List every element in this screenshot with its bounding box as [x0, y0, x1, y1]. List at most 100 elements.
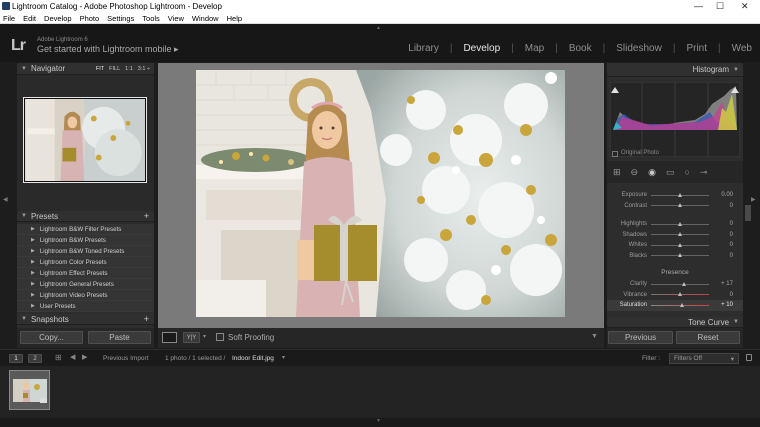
- previous-button[interactable]: Previous: [608, 331, 673, 344]
- navigator-view-box[interactable]: [23, 97, 147, 183]
- slider-value[interactable]: 0: [709, 292, 733, 298]
- slider-knob[interactable]: [677, 192, 682, 197]
- preset-folder[interactable]: ▶ Lightroom Video Presets: [17, 290, 154, 301]
- menu-help[interactable]: Help: [227, 14, 242, 23]
- slider-knob[interactable]: [680, 302, 685, 307]
- display-1-button[interactable]: 1: [9, 354, 23, 363]
- navigator-header[interactable]: ▼ Navigator FIT FILL 1:1 3:1 ÷: [17, 63, 154, 75]
- histogram-chart[interactable]: [610, 82, 740, 157]
- display-2-button[interactable]: 2: [28, 354, 42, 363]
- vibrance-slider[interactable]: Vibrance 0: [607, 290, 743, 301]
- adjustment-brush-icon[interactable]: ⊸: [700, 167, 708, 178]
- collapse-bottom-icon[interactable]: ▼: [376, 418, 381, 424]
- source-label[interactable]: Previous Import: [103, 355, 149, 362]
- contrast-slider[interactable]: Contrast 0: [607, 201, 743, 212]
- module-map[interactable]: Map: [525, 43, 544, 54]
- menu-window[interactable]: Window: [192, 14, 219, 23]
- filter-select[interactable]: Filters Off ▾: [669, 353, 739, 364]
- preset-folder[interactable]: ▶ Lightroom Color Presets: [17, 257, 154, 268]
- menu-file[interactable]: File: [3, 14, 15, 23]
- lock-icon[interactable]: [746, 354, 752, 361]
- module-develop[interactable]: Develop: [463, 43, 500, 54]
- slider-value[interactable]: 0: [709, 221, 733, 227]
- slider-value[interactable]: + 10: [709, 302, 733, 308]
- back-arrow-icon[interactable]: ◀: [70, 353, 75, 361]
- module-slideshow[interactable]: Slideshow: [616, 43, 662, 54]
- minimize-button[interactable]: —: [694, 1, 703, 11]
- main-photo[interactable]: [196, 70, 565, 317]
- menu-view[interactable]: View: [168, 14, 184, 23]
- slider-value[interactable]: 0: [709, 203, 733, 209]
- grid-view-icon[interactable]: ⊞: [55, 353, 62, 362]
- close-button[interactable]: ✕: [741, 1, 749, 12]
- spot-removal-icon[interactable]: ⊖: [631, 167, 639, 178]
- preset-folder[interactable]: ▶ Lightroom B&W Presets: [17, 235, 154, 246]
- toolbar-menu-icon[interactable]: ▼: [591, 333, 598, 340]
- zoom-fill[interactable]: FILL: [109, 66, 120, 72]
- slider-knob[interactable]: [677, 221, 682, 226]
- right-scrollbar[interactable]: [745, 205, 751, 221]
- add-preset-icon[interactable]: +: [144, 211, 154, 221]
- radial-filter-icon[interactable]: ○: [684, 167, 689, 177]
- file-name[interactable]: Indoor Edit.jpg: [232, 355, 274, 362]
- clarity-slider[interactable]: Clarity + 17: [607, 279, 743, 290]
- chevron-down-icon[interactable]: ▾: [282, 354, 285, 361]
- presets-header[interactable]: ▼ Presets +: [17, 211, 154, 222]
- slider-value[interactable]: 0: [709, 253, 733, 259]
- maximize-button[interactable]: ☐: [716, 1, 724, 12]
- histogram-header[interactable]: Histogram ▼: [607, 63, 743, 77]
- slider-value[interactable]: 0: [709, 242, 733, 248]
- snapshots-header[interactable]: ▼ Snapshots +: [17, 314, 154, 325]
- slider-value[interactable]: 0.00: [709, 192, 733, 198]
- slider-knob[interactable]: [677, 292, 682, 297]
- paste-button[interactable]: Paste: [88, 331, 151, 344]
- loupe-view-icon[interactable]: [162, 332, 177, 343]
- highlights-slider[interactable]: Highlights 0: [607, 219, 743, 230]
- collapse-right-icon[interactable]: ▶: [751, 196, 756, 203]
- filmstrip-cell[interactable]: [9, 370, 50, 410]
- module-web[interactable]: Web: [732, 43, 752, 54]
- blacks-slider[interactable]: Blacks 0: [607, 251, 743, 262]
- chevron-down-icon[interactable]: ▾: [203, 333, 206, 340]
- menu-develop[interactable]: Develop: [44, 14, 72, 23]
- whites-slider[interactable]: Whites 0: [607, 240, 743, 251]
- module-print[interactable]: Print: [686, 43, 707, 54]
- preset-folder[interactable]: ▶ Lightroom Effect Presets: [17, 268, 154, 279]
- zoom-1-1[interactable]: 1:1: [125, 66, 133, 72]
- exposure-slider[interactable]: Exposure 0.00: [607, 190, 743, 201]
- collapse-left-icon[interactable]: ◀: [3, 196, 8, 203]
- red-eye-icon[interactable]: ◉: [648, 167, 656, 178]
- preset-folder[interactable]: ▶ User Presets: [17, 301, 154, 312]
- saturation-slider[interactable]: Saturation + 10: [607, 300, 743, 311]
- reset-button[interactable]: Reset: [676, 331, 740, 344]
- slider-knob[interactable]: [677, 253, 682, 258]
- slider-knob[interactable]: [682, 281, 687, 286]
- preset-folder[interactable]: ▶ Lightroom B&W Filter Presets: [17, 224, 154, 235]
- module-library[interactable]: Library: [408, 43, 439, 54]
- zoom-fit[interactable]: FIT: [96, 66, 104, 72]
- slider-knob[interactable]: [677, 232, 682, 237]
- add-snapshot-icon[interactable]: +: [144, 314, 154, 324]
- slider-knob[interactable]: [677, 242, 682, 247]
- before-after-button[interactable]: Y|Y: [183, 332, 200, 343]
- menu-edit[interactable]: Edit: [23, 14, 36, 23]
- soft-proofing-checkbox[interactable]: [216, 333, 224, 341]
- module-book[interactable]: Book: [569, 43, 592, 54]
- preset-folder[interactable]: ▶ Lightroom B&W Toned Presets: [17, 246, 154, 257]
- copy-button[interactable]: Copy...: [20, 331, 83, 344]
- slider-value[interactable]: 0: [709, 232, 733, 238]
- collapse-top-icon[interactable]: ▲: [376, 25, 381, 31]
- menu-photo[interactable]: Photo: [80, 14, 100, 23]
- preset-folder[interactable]: ▶ Lightroom General Presets: [17, 279, 154, 290]
- zoom-3-1[interactable]: 3:1 ÷: [138, 66, 150, 72]
- menu-settings[interactable]: Settings: [107, 14, 134, 23]
- slider-value[interactable]: + 17: [709, 281, 733, 287]
- original-photo-checkbox[interactable]: [612, 151, 618, 157]
- forward-arrow-icon[interactable]: ▶: [82, 353, 87, 361]
- tone-curve-header[interactable]: Tone Curve ▼: [607, 317, 743, 328]
- graduated-filter-icon[interactable]: ▭: [666, 167, 675, 178]
- crop-tool-icon[interactable]: ⊞: [613, 167, 621, 178]
- menu-tools[interactable]: Tools: [142, 14, 160, 23]
- mobile-link[interactable]: Get started with Lightroom mobile ▸: [37, 44, 179, 55]
- shadows-slider[interactable]: Shadows 0: [607, 230, 743, 241]
